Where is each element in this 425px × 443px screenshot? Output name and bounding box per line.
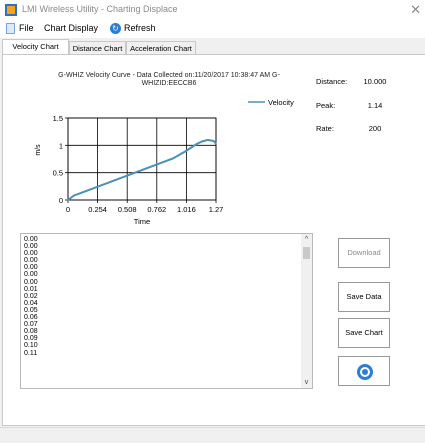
data-list: 0.00 0.00 0.00 0.00 0.00 0.00 0.00 0.01 0.02 0.04… xyxy=(24,236,38,357)
x-tick-label: 0 xyxy=(66,205,70,214)
list-item[interactable]: 0.00 xyxy=(24,257,38,264)
data-point xyxy=(195,143,197,145)
list-item[interactable]: 0.09 xyxy=(24,335,38,342)
scrollbar[interactable]: ^ v xyxy=(301,234,312,388)
list-item[interactable]: 0.00 xyxy=(24,271,38,278)
data-point xyxy=(215,143,217,145)
list-item[interactable]: 0.11 xyxy=(24,350,38,357)
list-item[interactable]: 0.01 xyxy=(24,286,38,293)
list-item[interactable]: 0.06 xyxy=(24,314,38,321)
status-bar xyxy=(0,427,425,443)
data-point xyxy=(79,192,81,195)
data-point xyxy=(160,162,162,164)
list-item[interactable]: 0.05 xyxy=(24,307,38,314)
data-point xyxy=(114,179,116,181)
scroll-up-icon[interactable]: ^ xyxy=(302,234,311,245)
list-item[interactable]: 0.08 xyxy=(24,328,38,335)
data-point xyxy=(125,175,127,177)
distance-label: Distance: xyxy=(316,77,348,86)
list-item[interactable]: 0.07 xyxy=(24,321,38,328)
data-point xyxy=(148,166,151,168)
y-tick-label: 1 xyxy=(59,141,63,150)
plot-frame xyxy=(67,117,217,201)
data-point xyxy=(73,195,75,197)
x-tick-label: 1.27 xyxy=(209,205,224,214)
data-point xyxy=(207,139,209,141)
list-item[interactable]: 0.00 xyxy=(24,236,38,243)
data-point xyxy=(102,184,104,186)
data-listbox[interactable]: 0.00 0.00 0.00 0.00 0.00 0.00 0.00 0.01 0.02 0.04… xyxy=(20,233,313,389)
rate-label: Rate: xyxy=(316,124,334,133)
data-point xyxy=(67,199,69,201)
series-line-velocity xyxy=(67,138,217,201)
x-tick-label: 1.016 xyxy=(177,205,196,214)
x-tick-label: 0.508 xyxy=(118,205,137,214)
y-axis-label: m/s xyxy=(35,144,42,156)
save-data-button[interactable]: Save Data xyxy=(338,282,390,312)
save-chart-button[interactable]: Save Chart xyxy=(338,318,390,348)
data-point xyxy=(189,147,191,149)
rate-value: 200 xyxy=(368,124,382,133)
sync-button[interactable] xyxy=(338,356,390,386)
scroll-thumb[interactable] xyxy=(303,247,310,259)
x-axis-label: Time xyxy=(134,217,150,226)
data-point xyxy=(90,188,92,190)
data-point xyxy=(137,170,139,173)
data-point xyxy=(201,140,203,143)
x-tick-label: 0.254 xyxy=(88,205,107,214)
sync-icon xyxy=(357,364,373,380)
y-tick-label: 0.5 xyxy=(53,169,63,178)
list-item[interactable]: 0.04 xyxy=(24,300,38,307)
list-item[interactable]: 0.00 xyxy=(24,264,38,271)
list-item[interactable]: 0.00 xyxy=(24,279,38,286)
list-item[interactable]: 0.00 xyxy=(24,250,38,257)
peak-value: 1.14 xyxy=(367,101,383,110)
peak-label: Peak: xyxy=(316,101,336,110)
legend-label-velocity: Velocity xyxy=(268,98,294,107)
list-item[interactable]: 0.10 xyxy=(24,342,38,349)
data-point xyxy=(213,140,215,142)
list-item[interactable]: 0.00 xyxy=(24,243,38,250)
x-tick-label: 0.762 xyxy=(147,205,166,214)
scroll-down-icon[interactable]: v xyxy=(302,377,311,388)
y-tick-label: 0 xyxy=(59,196,63,205)
y-tick-label: 1.5 xyxy=(53,114,63,123)
download-button[interactable]: Download xyxy=(338,238,390,268)
distance-value: 10.000 xyxy=(363,77,387,86)
list-item[interactable]: 0.02 xyxy=(24,293,38,300)
data-point xyxy=(172,157,174,160)
data-point xyxy=(183,151,186,153)
